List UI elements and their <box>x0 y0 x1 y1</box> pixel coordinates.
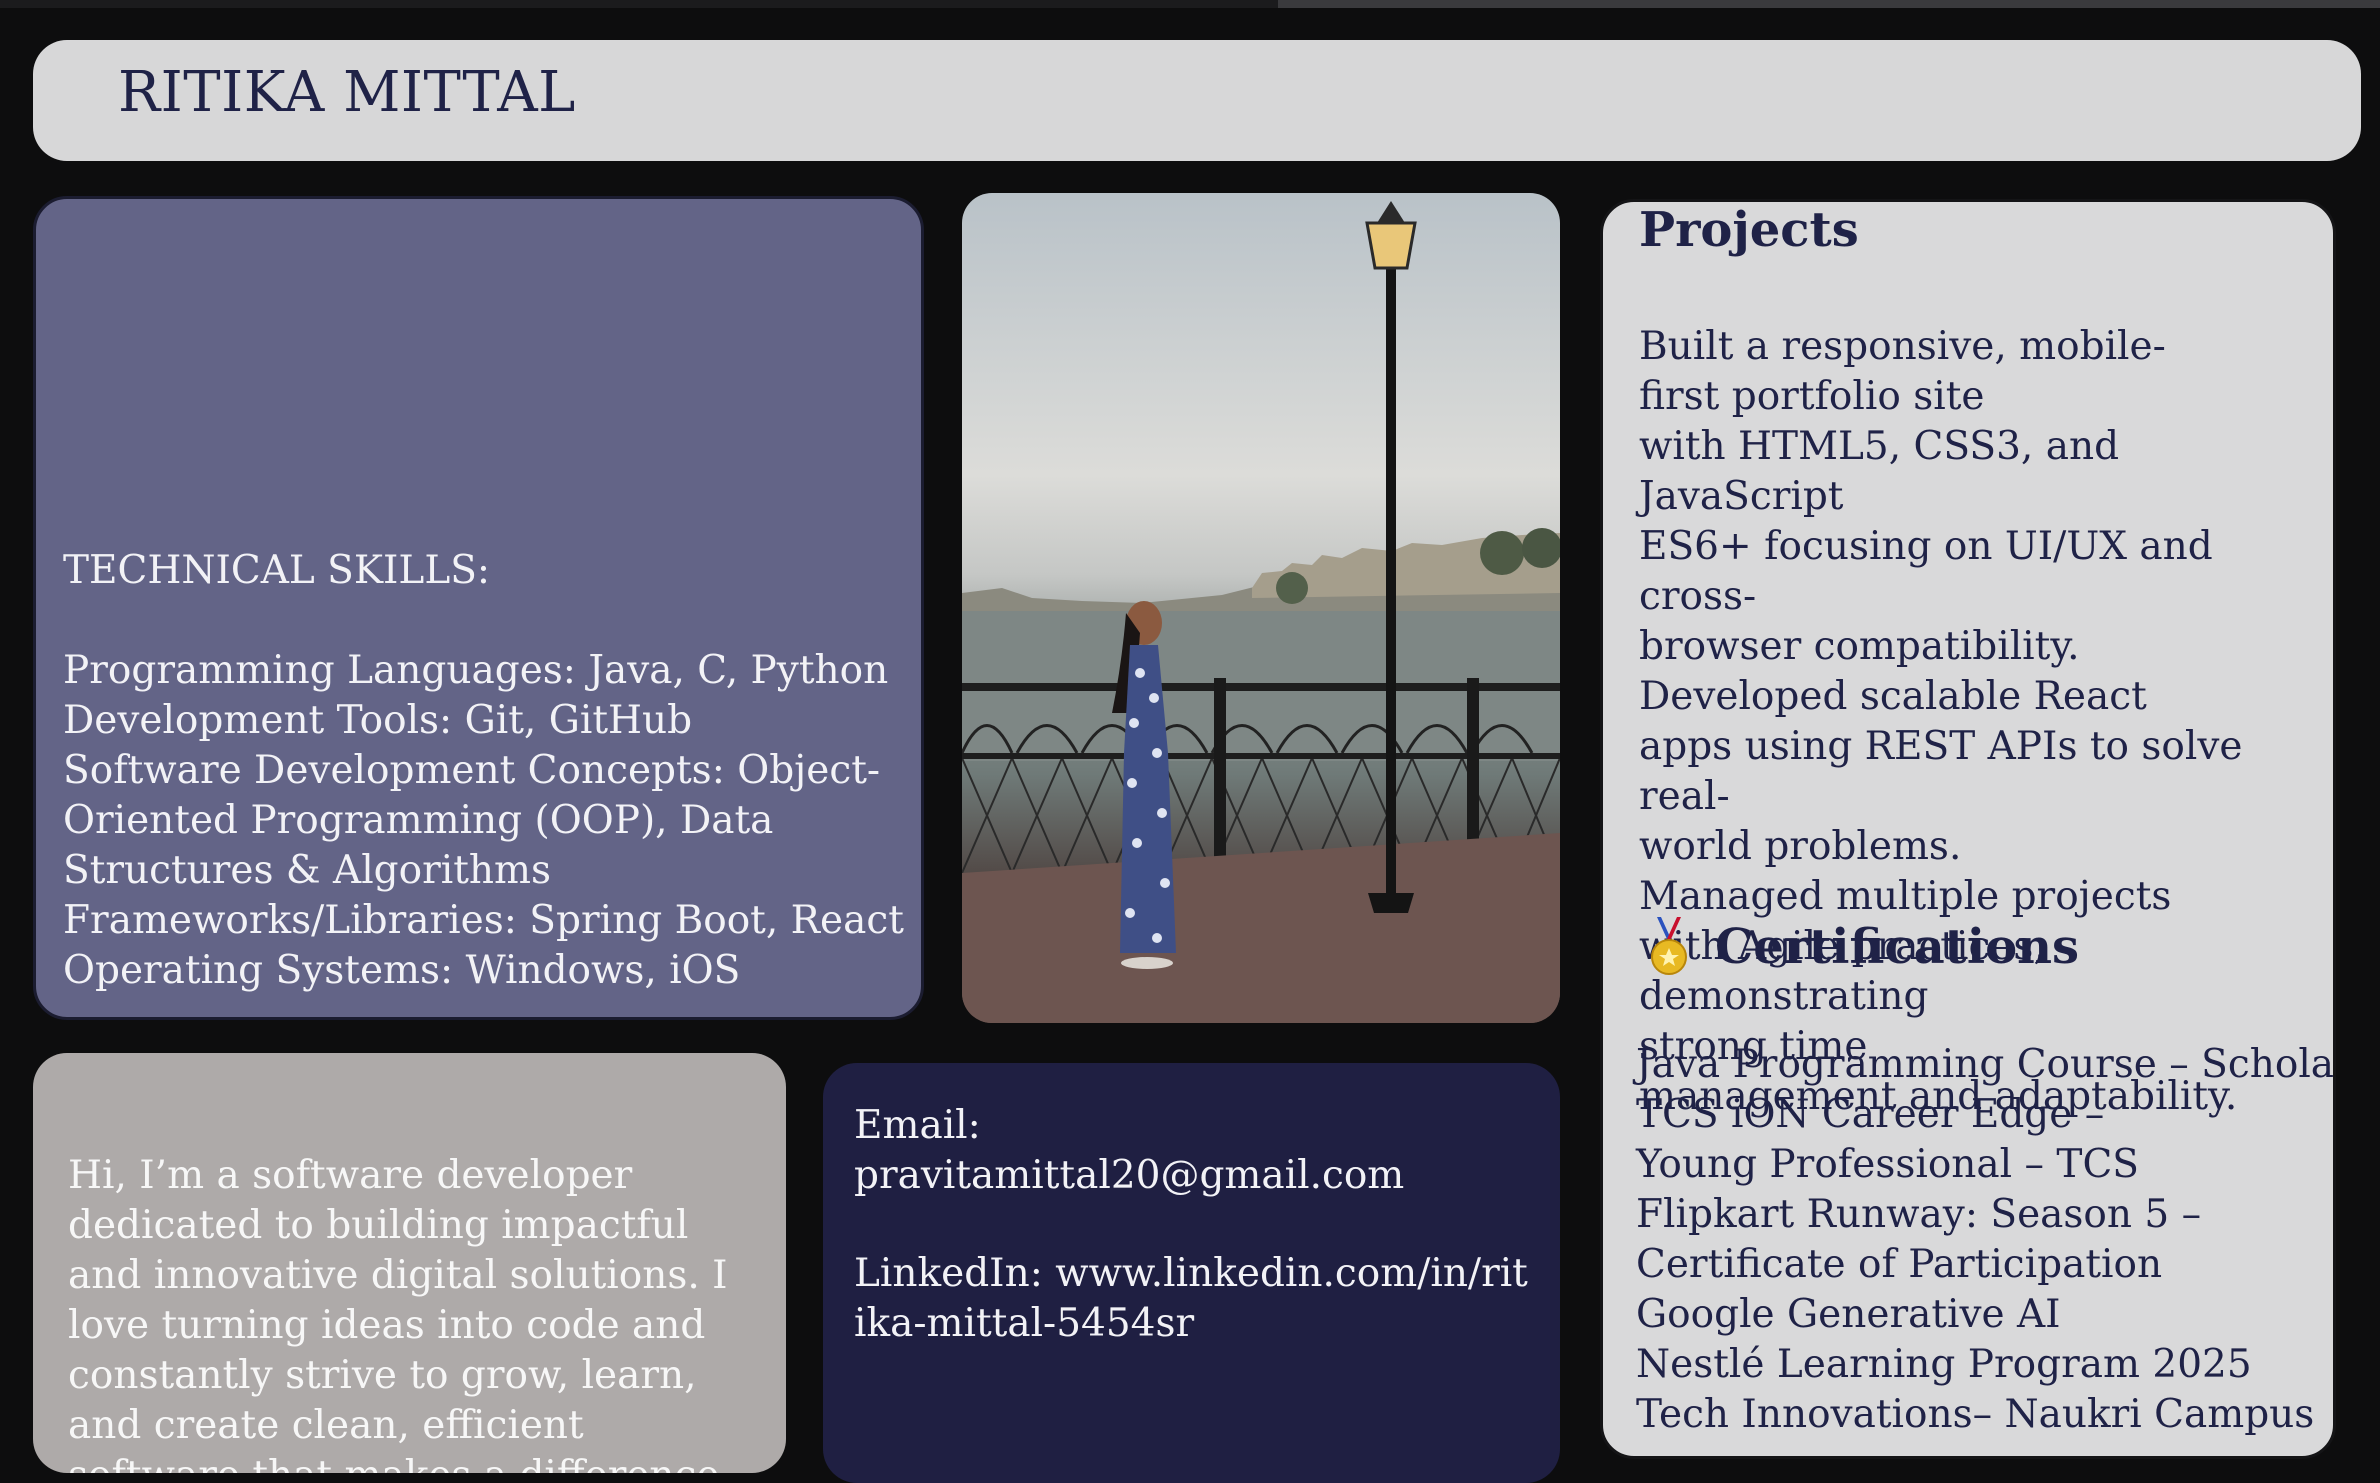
photo-illustration <box>962 201 1560 1023</box>
project-line: browser compatibility. <box>1639 624 2080 669</box>
certification-item: Tech Innovations– Naukri Campus <box>1636 1392 2315 1437</box>
skills-content: TECHNICAL SKILLS: Programming Languages:… <box>63 546 913 996</box>
project-line: ES6+ focusing on UI/UX and cross- <box>1639 524 2213 619</box>
skills-heading: TECHNICAL SKILLS: <box>63 548 491 593</box>
linkedin-row: LinkedIn: www.linkedin.com/in/ritika-mit… <box>854 1249 1534 1349</box>
person-feet <box>1121 957 1173 969</box>
certifications-title: Certifications <box>1715 919 2080 975</box>
project-line: Developed scalable React <box>1639 674 2147 719</box>
certification-item: Google Generative AI <box>1636 1292 2061 1337</box>
projects-description: Built a responsive, mobile- first portfo… <box>1639 322 2319 1122</box>
certification-item: Java Programming Course – ScholarHat <box>1636 1042 2335 1087</box>
lamp-post <box>1386 263 1396 913</box>
tree <box>1480 531 1524 575</box>
email-label: Email: <box>854 1103 981 1148</box>
lamp-base <box>1368 893 1414 913</box>
walkway-floor <box>962 833 1560 1023</box>
top-scroll-indicator <box>1278 0 2380 8</box>
project-line: world problems. <box>1639 824 1962 869</box>
project-line: apps using REST APIs to solve real- <box>1639 724 2243 819</box>
linkedin-label: LinkedIn: <box>854 1251 1043 1296</box>
skill-item: Operating Systems: Windows, iOS <box>63 948 741 993</box>
certification-item: Flipkart Runway: Season 5 – Certificate … <box>1636 1192 2202 1287</box>
skill-item: Frameworks/Libraries: Spring Boot, React <box>63 898 904 943</box>
tree <box>1276 572 1308 604</box>
email-row: Email: pravitamittal20@gmail.com <box>854 1101 1534 1201</box>
about-text: Hi, I’m a software developer dedicated t… <box>68 1153 732 1473</box>
projects-card: Projects Built a responsive, mobile- fir… <box>1600 199 2336 1459</box>
project-line: first portfolio site <box>1639 374 1985 419</box>
project-line: Built a responsive, mobile- <box>1639 324 2166 369</box>
certification-item: Nestlé Learning Program 2025 <box>1636 1342 2252 1387</box>
certifications-heading: Certifications <box>1643 917 2079 977</box>
project-line: Managed multiple projects <box>1639 874 2172 919</box>
page-title: RITIKA MITTAL <box>118 60 576 125</box>
lamp-light <box>1365 221 1417 270</box>
medal-icon <box>1651 917 1687 975</box>
lamp-cap <box>1377 201 1405 223</box>
projects-title: Projects <box>1639 202 1859 258</box>
skill-item: Software Development Concepts: Object-Or… <box>63 748 881 893</box>
portrait-photo <box>962 193 1560 1023</box>
certification-item: TCS iON Career Edge – Young Professional… <box>1636 1092 2140 1187</box>
contact-card: Email: pravitamittal20@gmail.com LinkedI… <box>823 1063 1560 1483</box>
skill-item: Development Tools: Git, GitHub <box>63 698 693 743</box>
about-card: Hi, I’m a software developer dedicated t… <box>33 1053 786 1473</box>
browser-top-bar <box>0 0 2380 8</box>
project-line: with HTML5, CSS3, and JavaScript <box>1639 424 2120 519</box>
skill-item: Programming Languages: Java, C, Python <box>63 648 889 693</box>
email-link[interactable]: pravitamittal20@gmail.com <box>854 1153 1404 1198</box>
contact-content: Email: pravitamittal20@gmail.com LinkedI… <box>854 1101 1534 1349</box>
certifications-list: Java Programming Course – ScholarHat TCS… <box>1636 1040 2335 1440</box>
technical-skills-card: TECHNICAL SKILLS: Programming Languages:… <box>33 196 924 1020</box>
name-header: RITIKA MITTAL <box>33 40 2361 161</box>
